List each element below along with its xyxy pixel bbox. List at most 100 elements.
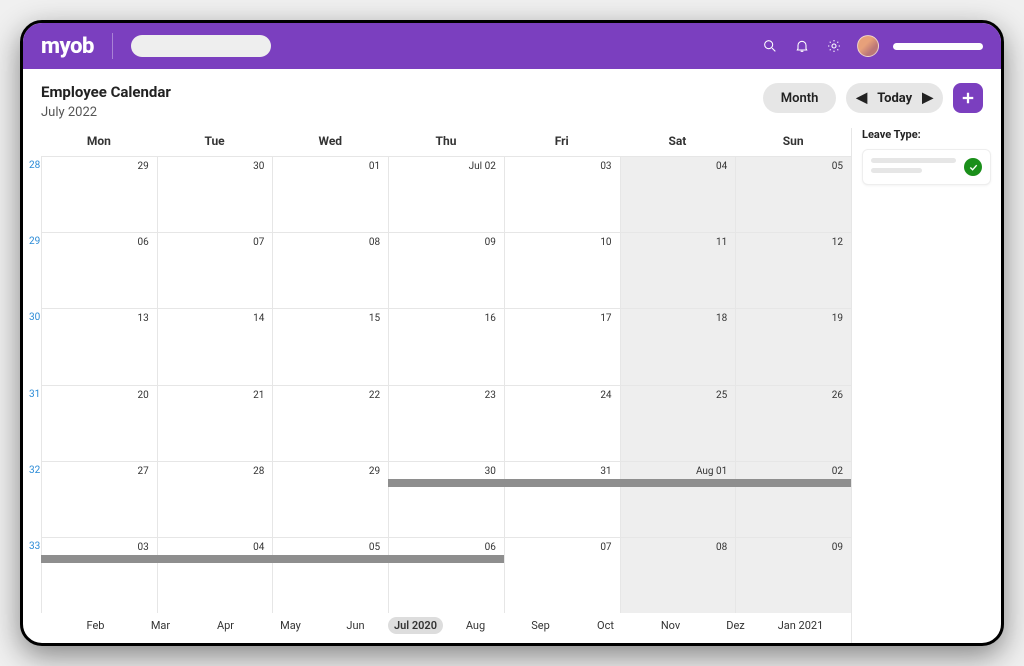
day-cell[interactable]: 03 (504, 156, 620, 232)
day-number: 04 (716, 161, 727, 172)
search-icon[interactable] (761, 37, 779, 55)
day-cell[interactable]: 03 (41, 537, 157, 613)
day-cell[interactable]: 08 (272, 232, 388, 308)
day-number: 10 (600, 237, 611, 248)
side-panel-title: Leave Type: (862, 128, 991, 141)
week-cells: 0304 05 06 070809 (41, 537, 851, 613)
day-cell[interactable]: 19 (735, 308, 851, 384)
day-cell[interactable]: 05 (735, 156, 851, 232)
week-cells: 20 21 22 232425 26 (41, 385, 851, 461)
day-cell[interactable]: 06 (41, 232, 157, 308)
timeline-item[interactable]: Aug (443, 619, 508, 632)
day-cell[interactable]: 29 (272, 461, 388, 537)
timeline-item[interactable]: Nov (638, 619, 703, 632)
day-cell[interactable]: 30 (157, 156, 273, 232)
day-cell[interactable]: 29 (41, 156, 157, 232)
bell-icon[interactable] (793, 37, 811, 55)
day-cell[interactable]: 31 (504, 461, 620, 537)
day-number: 22 (369, 390, 380, 401)
timeline-item[interactable]: Jan 2021 (768, 619, 833, 632)
timeline-item[interactable]: Jun (323, 619, 388, 632)
day-header: Sun (735, 128, 851, 154)
timeline-item[interactable]: Feb (63, 619, 128, 632)
day-cell[interactable]: 25 (620, 385, 736, 461)
day-number: 12 (832, 237, 843, 248)
day-cell[interactable]: 21 (157, 385, 273, 461)
day-cell[interactable]: 07 (504, 537, 620, 613)
day-cell[interactable]: 02 (735, 461, 851, 537)
day-cell[interactable]: 28 (157, 461, 273, 537)
day-cell[interactable]: 14 (157, 308, 273, 384)
day-cell[interactable]: 23 (388, 385, 504, 461)
search-input[interactable] (131, 35, 271, 57)
week-row: 3227 28 29 30 31 Aug 01 02 (23, 461, 851, 537)
day-cell[interactable]: 09 (735, 537, 851, 613)
day-number: 29 (369, 466, 380, 477)
day-number: 08 (369, 237, 380, 248)
view-month-button[interactable]: Month (763, 83, 837, 113)
day-cell[interactable]: 05 (272, 537, 388, 613)
day-cell[interactable]: 04 (157, 537, 273, 613)
day-number: 30 (485, 466, 496, 477)
day-header: Thu (388, 128, 504, 154)
timeline-item[interactable]: Oct (573, 619, 638, 632)
today-nav[interactable]: ◀ Today ▶ (846, 83, 943, 113)
day-cell[interactable]: 16 (388, 308, 504, 384)
day-cell[interactable]: 01 (272, 156, 388, 232)
day-number: 11 (716, 237, 727, 248)
day-cell[interactable]: Aug 01 (620, 461, 736, 537)
day-number: Aug 01 (696, 466, 727, 477)
placeholder-line (871, 168, 922, 173)
day-cell[interactable]: 13 (41, 308, 157, 384)
week-cells: 0607 08 09 10 11 12 (41, 232, 851, 308)
gear-icon[interactable] (825, 37, 843, 55)
week-number: 29 (29, 236, 40, 247)
day-cell[interactable]: 20 (41, 385, 157, 461)
day-number: 26 (832, 390, 843, 401)
timeline-item[interactable]: Sep (508, 619, 573, 632)
day-cell[interactable]: 17 (504, 308, 620, 384)
day-cell[interactable]: 11 (620, 232, 736, 308)
day-cell[interactable]: 04 (620, 156, 736, 232)
timeline-item[interactable]: Apr (193, 619, 258, 632)
day-number: 31 (600, 466, 611, 477)
topbar-divider (112, 33, 113, 59)
week-number: 32 (29, 465, 40, 476)
day-number: 28 (253, 466, 264, 477)
day-cell[interactable]: 18 (620, 308, 736, 384)
timeline-item[interactable]: Dez (703, 619, 768, 632)
leave-type-card[interactable] (862, 149, 991, 185)
day-cell[interactable]: 07 (157, 232, 273, 308)
next-arrow-icon[interactable]: ▶ (922, 90, 933, 106)
leave-type-lines (871, 158, 956, 173)
add-button[interactable] (953, 83, 983, 113)
day-cell[interactable]: 30 (388, 461, 504, 537)
day-number: 06 (485, 542, 496, 553)
day-cell[interactable]: 26 (735, 385, 851, 461)
event-bar[interactable] (388, 479, 851, 487)
timeline-item[interactable]: May (258, 619, 323, 632)
day-cell[interactable]: 08 (620, 537, 736, 613)
day-number: 05 (369, 542, 380, 553)
event-bar[interactable] (41, 555, 504, 563)
day-cell[interactable]: 09 (388, 232, 504, 308)
day-cell[interactable]: 27 (41, 461, 157, 537)
day-cell[interactable]: Jul 02 (388, 156, 504, 232)
day-number: 09 (485, 237, 496, 248)
day-number: 21 (253, 390, 264, 401)
week-row: 28293001Jul 02030405 (23, 156, 851, 232)
avatar[interactable] (857, 35, 879, 57)
day-cell[interactable]: 24 (504, 385, 620, 461)
day-cell[interactable]: 12 (735, 232, 851, 308)
day-cell[interactable]: 10 (504, 232, 620, 308)
week-row: 3013141516171819 (23, 308, 851, 384)
timeline-item[interactable]: Jul 2020 (388, 617, 443, 634)
calendar-grid: MonTueWedThuFriSatSun 28293001Jul 020304… (23, 128, 851, 613)
prev-arrow-icon[interactable]: ◀ (856, 90, 867, 106)
day-cell[interactable]: 22 (272, 385, 388, 461)
week-cells: 13 14 1516171819 (41, 308, 851, 384)
day-cell[interactable]: 15 (272, 308, 388, 384)
day-cell[interactable]: 06 (388, 537, 504, 613)
timeline-item[interactable]: Mar (128, 619, 193, 632)
day-number: 14 (253, 313, 264, 324)
